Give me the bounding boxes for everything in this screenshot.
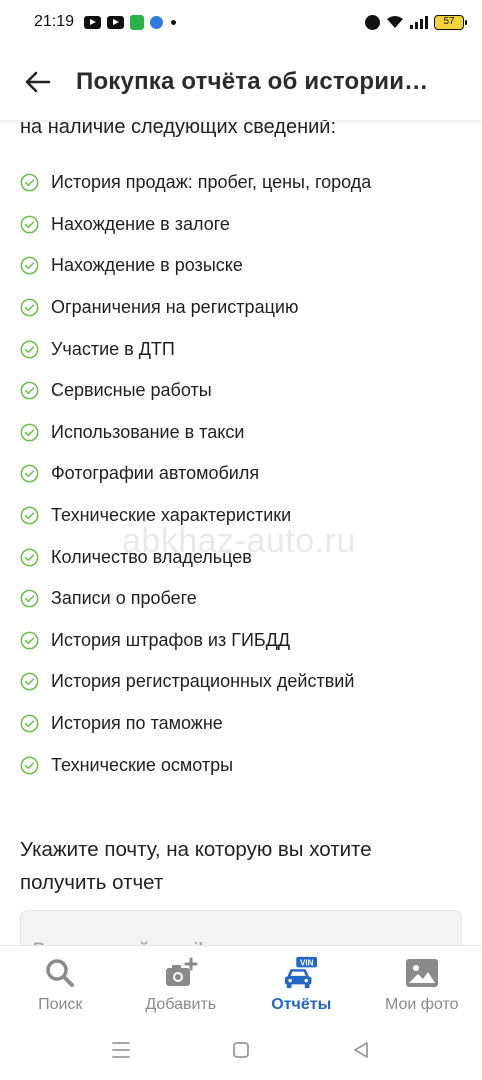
feature-label: История по таможне (51, 713, 223, 734)
check-circle-icon (20, 506, 39, 525)
square-icon (233, 1042, 249, 1058)
menu-icon (112, 1042, 130, 1058)
check-circle-icon (20, 215, 39, 234)
list-item: Записи о пробеге (20, 578, 371, 620)
feature-label: Использование в такси (51, 421, 245, 442)
check-circle-icon (20, 381, 39, 400)
app-notification-icon (130, 14, 145, 30)
feature-label: Нахождение в залоге (51, 213, 230, 234)
app-notification-icon (150, 15, 164, 29)
search-icon (42, 956, 78, 990)
list-item: История штрафов из ГИБДД (20, 620, 371, 662)
battery-icon: 57 (434, 14, 467, 30)
check-circle-icon (20, 714, 39, 733)
nav-label: Поиск (38, 996, 83, 1013)
feature-label: Фотографии автомобиля (51, 463, 260, 484)
list-item: История продаж: пробег, цены, города (20, 162, 371, 204)
check-circle-icon (20, 340, 39, 359)
system-nav-bar (0, 1020, 482, 1080)
nav-label: Добавить (145, 996, 217, 1013)
arrow-back-icon (25, 71, 51, 93)
list-item: Использование в такси (20, 412, 371, 454)
feature-label: Участие в ДТП (51, 338, 175, 359)
list-item: Участие в ДТП (20, 328, 371, 370)
email-prompt: Укажите почту, на которую вы хотите полу… (20, 838, 372, 894)
nav-label: Отчёты (271, 996, 332, 1013)
list-item: Количество владельцев (20, 536, 371, 578)
list-item: Фотографии автомобиля (20, 453, 371, 495)
list-item: Технические осмотры (20, 744, 371, 786)
check-circle-icon (20, 173, 39, 192)
list-item: Технические характеристики (20, 495, 371, 537)
feature-label: История регистрационных действий (51, 671, 355, 692)
list-item: История по таможне (20, 703, 371, 745)
back-button[interactable] (0, 44, 76, 120)
home-button[interactable] (181, 1020, 301, 1080)
feature-label: Сервисные работы (51, 380, 212, 401)
email-field[interactable] (20, 910, 462, 945)
report-content[interactable]: на наличие следующих сведений: История п… (0, 120, 482, 945)
triangle-back-icon (354, 1042, 368, 1058)
check-circle-icon (20, 756, 39, 775)
status-bar: 21:19 57 (0, 0, 482, 44)
system-back-button[interactable] (301, 1020, 421, 1080)
wifi-icon (386, 15, 404, 29)
intro-text: на наличие следующих сведений: (20, 120, 337, 138)
check-circle-icon (20, 672, 39, 691)
check-circle-icon (20, 465, 39, 483)
feature-label: Технические осмотры (51, 754, 234, 775)
feature-label: Ограничения на регистрацию (51, 297, 299, 318)
nav-add[interactable]: Добавить (121, 946, 242, 1020)
youtube-icon (84, 15, 102, 29)
feature-list: История продаж: пробег, цены, города Нах… (20, 162, 371, 786)
list-item: Нахождение в розыске (20, 245, 371, 287)
more-notifications-icon (171, 19, 177, 25)
youtube-icon (107, 15, 125, 29)
check-circle-icon (20, 298, 39, 317)
nav-label: Мои фото (384, 996, 459, 1013)
nav-search[interactable]: Поиск (0, 946, 121, 1020)
bottom-nav: Поиск Добавить VIN Отчёты Мои фото (0, 945, 482, 1020)
check-circle-icon (20, 257, 39, 275)
page-title: Покупка отчёта об истории… (76, 68, 429, 95)
check-circle-icon (20, 548, 39, 567)
feature-label: Технические характеристики (51, 505, 292, 526)
check-circle-icon (20, 423, 39, 442)
feature-label: Записи о пробеге (51, 588, 197, 609)
nav-reports[interactable]: VIN Отчёты (241, 946, 362, 1020)
check-circle-icon (20, 589, 39, 608)
feature-label: Нахождение в розыске (51, 255, 243, 276)
vin-badge-text: VIN (300, 958, 314, 967)
list-item: История регистрационных действий (20, 661, 371, 703)
list-item: Нахождение в залоге (20, 204, 371, 246)
app-bar: Покупка отчёта об истории… (0, 44, 482, 120)
image-icon (404, 956, 440, 990)
recent-apps-button[interactable] (61, 1020, 181, 1080)
check-circle-icon (20, 631, 39, 650)
feature-label: История продаж: пробег, цены, города (51, 172, 372, 193)
add-photo-icon (163, 956, 199, 990)
feature-label: История штрафов из ГИБДД (51, 629, 291, 650)
list-item: Сервисные работы (20, 370, 371, 412)
status-time: 21:19 (34, 13, 75, 30)
vin-car-icon: VIN (283, 956, 319, 990)
alarm-icon (365, 14, 380, 30)
signal-icon (410, 15, 428, 29)
list-item: Ограничения на регистрацию (20, 287, 371, 329)
feature-label: Количество владельцев (51, 546, 252, 567)
nav-my-photos[interactable]: Мои фото (362, 946, 482, 1020)
